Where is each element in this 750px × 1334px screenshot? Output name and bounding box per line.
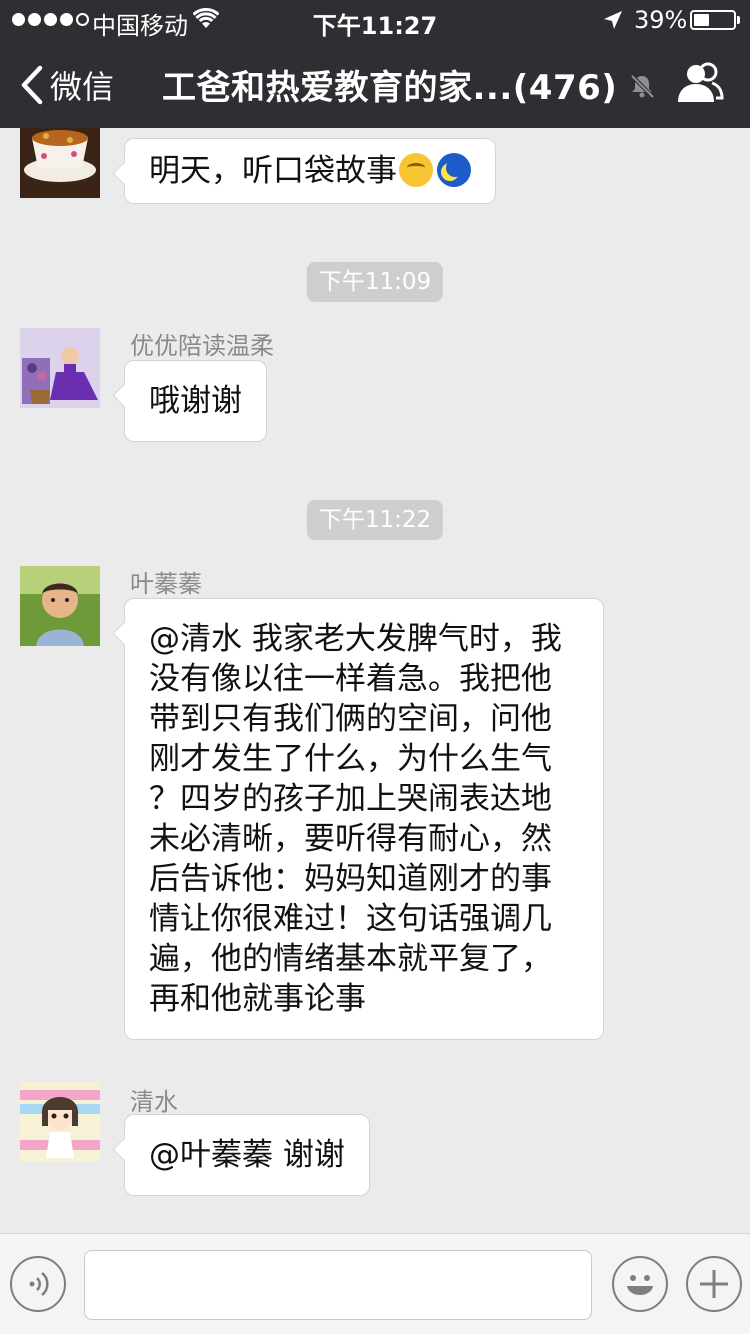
child-photo-avatar-image <box>20 566 100 646</box>
voice-button[interactable] <box>10 1256 66 1312</box>
message-text: 明天，听口袋故事 <box>149 153 397 189</box>
chevron-left-icon <box>21 65 43 105</box>
message-bubble[interactable]: 哦谢谢 <box>124 360 267 442</box>
timestamp-pill: 下午11:09 <box>306 262 444 302</box>
emoji-smile-icon <box>627 1275 653 1295</box>
timestamp-pill: 下午11:22 <box>306 500 444 540</box>
sender-name: 叶蓁蓁 <box>130 570 202 598</box>
message-input[interactable] <box>84 1250 592 1320</box>
chat-message-list[interactable]: 明天，听口袋故事 下午11:09 优优陪读温柔 哦谢谢 下午11:22 叶蓁蓁 … <box>0 128 750 1233</box>
teacup-avatar-image <box>20 128 100 198</box>
sender-name: 清水 <box>130 1088 178 1116</box>
group-members-icon[interactable] <box>676 60 724 106</box>
message-bubble[interactable]: 明天，听口袋故事 <box>124 138 496 204</box>
message-text: 哦谢谢 <box>149 383 242 419</box>
avatar[interactable] <box>20 128 100 198</box>
message-text: @叶蓁蓁 谢谢 <box>149 1137 345 1173</box>
baby-girl-avatar-image <box>20 328 100 408</box>
location-arrow-icon <box>604 11 622 29</box>
battery-level <box>694 14 709 26</box>
sender-name: 优优陪读温柔 <box>130 332 274 360</box>
input-bar <box>0 1233 750 1334</box>
status-bar: 中国移动 下午11:27 39% <box>0 0 750 40</box>
message-text: @清水 我家老大发脾气时，我 没有像以往一样着急。我把他 带到只有我们俩的空间，… <box>149 621 562 1017</box>
chat-title: 工爸和热爱教育的家...(476) <box>162 68 618 108</box>
thinking-face-emoji <box>399 153 433 187</box>
plus-icon <box>700 1270 728 1298</box>
more-button[interactable] <box>686 1256 742 1312</box>
nav-bar: 微信 工爸和热爱教育的家...(476) <box>0 40 750 128</box>
battery-icon <box>690 10 736 30</box>
avatar[interactable] <box>20 328 100 408</box>
bell-muted-icon <box>630 74 655 99</box>
back-label: 微信 <box>50 68 115 106</box>
emoji-button[interactable] <box>612 1256 668 1312</box>
cartoon-girl-avatar-image <box>20 1082 100 1162</box>
avatar[interactable] <box>20 566 100 646</box>
message-bubble[interactable]: @叶蓁蓁 谢谢 <box>124 1114 370 1196</box>
avatar[interactable] <box>20 1082 100 1162</box>
voice-icon <box>29 1272 49 1296</box>
battery-tip <box>737 16 740 24</box>
message-bubble[interactable]: @清水 我家老大发脾气时，我 没有像以往一样着急。我把他 带到只有我们俩的空间，… <box>124 598 604 1040</box>
crescent-moon-emoji <box>437 153 471 187</box>
battery-percentage: 39% <box>634 6 688 34</box>
back-button[interactable]: 微信 <box>18 62 114 108</box>
top-bar: 中国移动 下午11:27 39% 微信 工爸和热爱教育的家...(476) <box>0 0 750 128</box>
